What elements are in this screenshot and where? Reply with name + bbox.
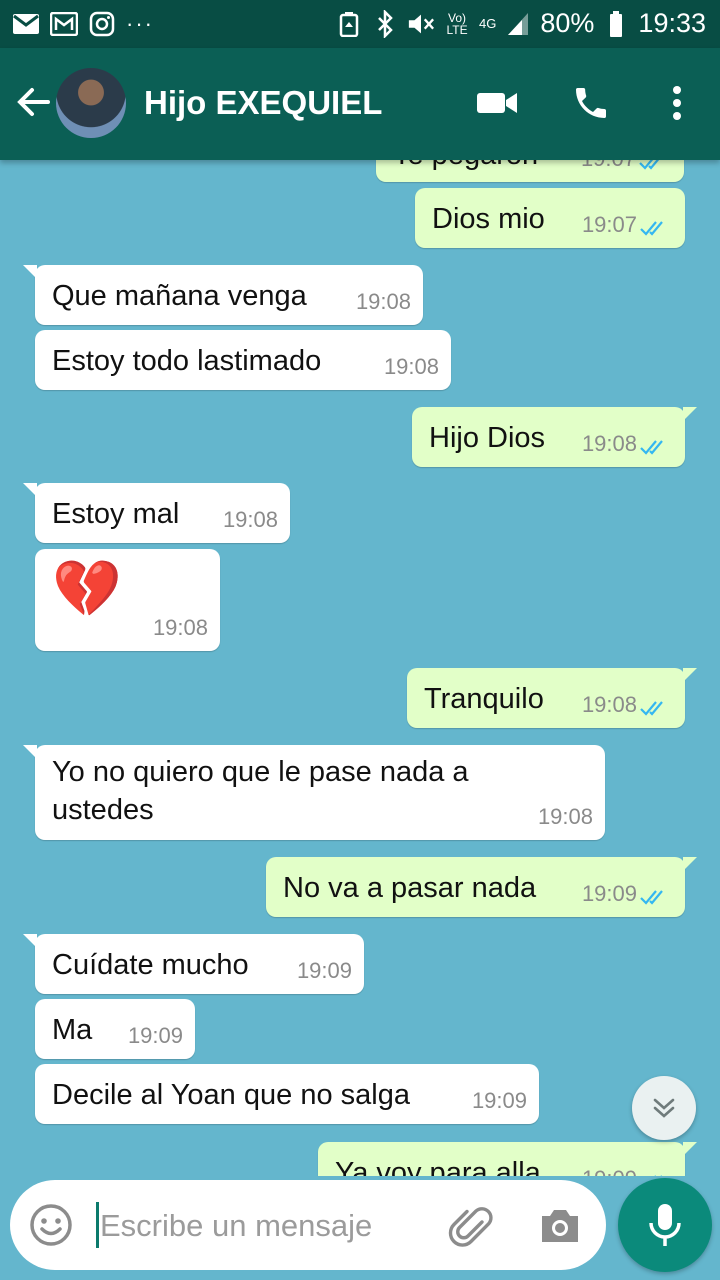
bubble-tail [683, 857, 697, 871]
double-chevron-down-icon [653, 1098, 675, 1118]
bubble-tail [23, 265, 37, 279]
message-text: Decile al Yoan que no salga [52, 1079, 410, 1111]
avatar[interactable] [56, 68, 126, 138]
message-time: 19:09 [582, 1166, 637, 1176]
message-incoming[interactable]: Cuídate mucho 19:09 [23, 934, 364, 994]
double-check-icon [654, 1175, 662, 1176]
message-incoming[interactable]: Yo no quiero que le pase nada a ustedes … [23, 745, 605, 840]
more-notifications-icon: ··· [126, 11, 154, 36]
message-outgoing[interactable]: Hijo Dios 19:08 [412, 407, 697, 467]
message-time: 19:08 [222, 507, 278, 532]
bubble-tail [23, 934, 37, 948]
message-outgoing[interactable]: Ya voy para alla 19:09 [318, 1142, 697, 1176]
message-text: Te pegaron [393, 160, 538, 174]
message-time: 19:07 [581, 212, 637, 237]
message-time: 19:08 [581, 431, 637, 456]
message-text: Estoy todo lastimado [52, 345, 322, 377]
message-time: 19:08 [581, 692, 637, 717]
chat-header: Hijo EXEQUIEL [0, 48, 720, 160]
message-text: No va a pasar nada [283, 872, 537, 904]
bubble-tail [683, 1142, 697, 1156]
message-text: Dios mio [432, 203, 545, 235]
message-time: 19:09 [127, 1023, 183, 1048]
battery-saver-icon [335, 10, 363, 38]
message-text-line-2: ustedes [52, 794, 154, 826]
message-incoming[interactable]: Que mañana venga 19:08 [23, 265, 423, 325]
system-icons: Vo) LTE 4G 80% 19:33 [335, 8, 706, 39]
message-list[interactable]: Te pegaron 19:07 Dios mio 19:07 Que maña… [0, 160, 720, 1176]
bubble-tail [683, 668, 697, 682]
scroll-to-bottom-button[interactable] [632, 1076, 696, 1140]
bubble-tail [23, 745, 37, 759]
status-bar: ··· Vo) LTE 4G 80% 19:33 [0, 0, 720, 48]
emoji-icon[interactable] [28, 1202, 74, 1248]
contact-name[interactable]: Hijo EXEQUIEL [144, 84, 382, 122]
camera-icon[interactable] [536, 1202, 584, 1250]
message-incoming[interactable]: 💔 19:08 [35, 549, 220, 651]
message-time: 19:08 [537, 804, 593, 829]
clock: 19:33 [638, 8, 706, 38]
message-time: 19:08 [355, 289, 411, 314]
mute-icon [407, 10, 435, 38]
bubble-tail [683, 407, 697, 421]
double-check-icon [640, 440, 663, 455]
message-text: Ya voy para alla [335, 1157, 541, 1176]
message-incoming[interactable]: Estoy todo lastimado 19:08 [35, 330, 451, 390]
instagram-icon [88, 10, 116, 38]
message-text: Hijo Dios [429, 422, 546, 454]
notification-icons: ··· [12, 10, 154, 38]
message-outgoing[interactable]: No va a pasar nada 19:09 [266, 857, 697, 917]
phone-icon[interactable] [566, 78, 616, 128]
message-time: 19:09 [581, 881, 637, 906]
microphone-button[interactable] [618, 1178, 712, 1272]
network-type: 4G [479, 16, 497, 31]
message-outgoing[interactable]: Tranquilo 19:08 [407, 668, 697, 728]
message-incoming[interactable]: Ma 19:09 [35, 999, 195, 1059]
message-text: Cuídate mucho [52, 949, 249, 981]
message-text: Yo no quiero que le pase nada a [52, 756, 469, 788]
message-incoming[interactable]: Decile al Yoan que no salga 19:09 [35, 1064, 539, 1124]
message-text: Que mañana venga [52, 280, 307, 312]
paperclip-icon[interactable] [446, 1202, 494, 1250]
double-check-icon [640, 221, 663, 236]
message-time: 19:09 [471, 1088, 527, 1113]
volte-indicator: Vo) LTE [446, 10, 468, 37]
more-vert-icon[interactable] [652, 78, 702, 128]
message-composer [10, 1180, 606, 1270]
broken-heart-emoji: 💔 [52, 557, 122, 620]
message-input[interactable] [98, 1198, 432, 1254]
bluetooth-icon [371, 9, 399, 38]
message-time: 19:08 [383, 354, 439, 379]
double-check-icon [640, 890, 663, 905]
message-text: Estoy mal [52, 498, 180, 530]
microphone-icon [649, 1204, 681, 1246]
message-time: 19:08 [152, 615, 208, 640]
battery-percent: 80% [540, 8, 595, 38]
message-time: 19:07 [581, 160, 636, 172]
gmail-icon [12, 10, 40, 38]
message-incoming[interactable]: Estoy mal 19:08 [23, 483, 290, 543]
arrow-left-icon[interactable] [14, 82, 54, 122]
message-outgoing[interactable]: Te pegaron 19:07 [376, 160, 684, 182]
bubble-tail [23, 483, 37, 497]
video-call-icon[interactable] [472, 78, 522, 128]
double-check-icon [639, 160, 660, 170]
message-text: Ma [52, 1014, 93, 1046]
mail-icon [50, 10, 78, 38]
battery-icon [602, 10, 630, 38]
message-text: Tranquilo [424, 683, 544, 715]
double-check-icon [640, 701, 663, 716]
message-outgoing[interactable]: Dios mio 19:07 [415, 188, 685, 248]
message-time: 19:09 [296, 958, 352, 983]
signal-icon [504, 10, 532, 38]
